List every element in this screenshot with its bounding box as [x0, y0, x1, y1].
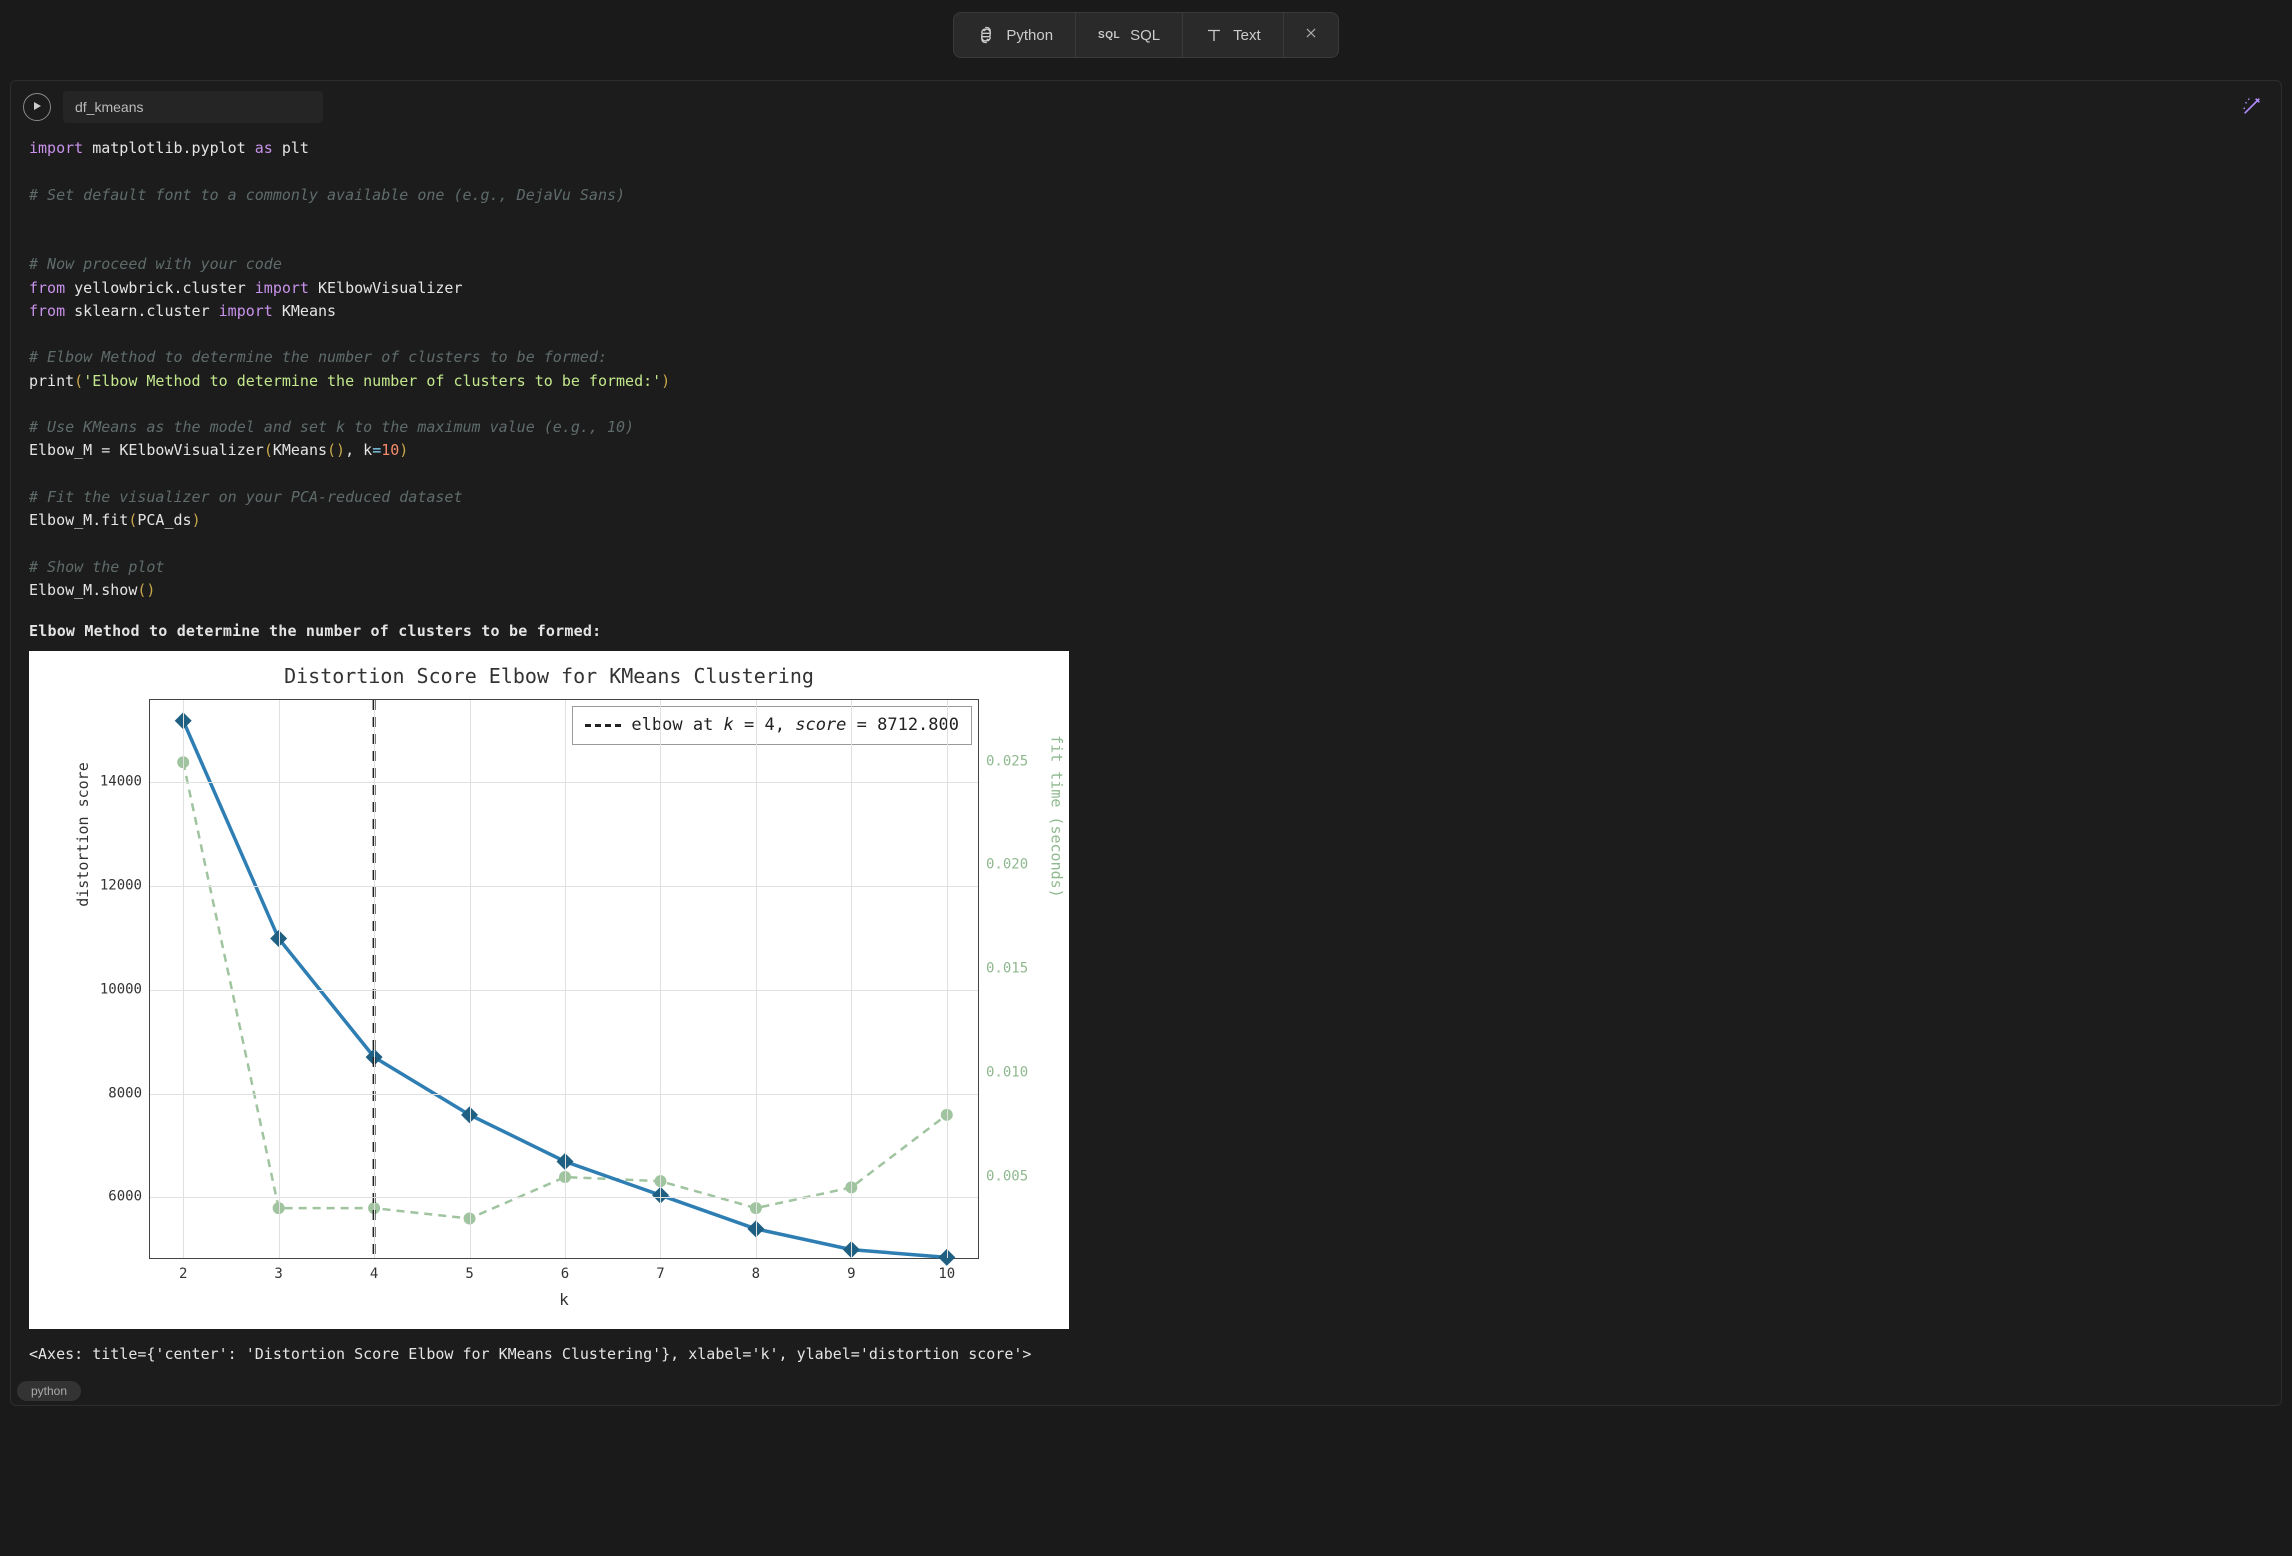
x-tick: 7 — [656, 1264, 664, 1285]
legend-dash-icon — [585, 724, 621, 727]
cell-header — [11, 81, 2281, 133]
stdout-line: Elbow Method to determine the number of … — [29, 620, 2263, 643]
number: 10 — [381, 441, 399, 459]
y-axis-label-left: distortion score — [72, 762, 95, 907]
python-icon — [976, 25, 996, 45]
y-tick-right: 0.015 — [986, 959, 1028, 980]
y-tick-left: 8000 — [108, 1083, 142, 1104]
x-axis-label: k — [559, 1288, 569, 1312]
keyword: import — [219, 302, 273, 320]
language-badge[interactable]: python — [17, 1381, 81, 1401]
add-python-button[interactable]: Python — [954, 13, 1076, 57]
keyword: import — [255, 279, 309, 297]
keyword: as — [255, 139, 273, 157]
repr-output: <Axes: title={'center': 'Distortion Scor… — [29, 1343, 2263, 1366]
identifier: PCA_ds — [137, 511, 191, 529]
method: Elbow_M.fit — [29, 511, 128, 529]
y-axis-label-right: fit time (seconds) — [1046, 735, 1069, 898]
x-tick: 6 — [561, 1264, 569, 1285]
comment: # Fit the visualizer on your PCA-reduced… — [29, 488, 462, 506]
add-python-label: Python — [1006, 27, 1053, 44]
method: Elbow_M.show — [29, 581, 137, 599]
identifier: KElbowVisualizer — [318, 279, 463, 297]
code-editor[interactable]: import matplotlib.pyplot as plt # Set de… — [11, 133, 2281, 620]
comment: # Set default font to a commonly availab… — [29, 186, 625, 204]
comment: # Use KMeans as the model and set k to t… — [29, 418, 634, 436]
comment: # Show the plot — [29, 558, 164, 576]
comment: # Elbow Method to determine the number o… — [29, 348, 607, 366]
add-sql-label: SQL — [1130, 27, 1160, 44]
x-tick: 3 — [274, 1264, 282, 1285]
sql-icon: SQL — [1098, 30, 1120, 41]
legend-text: elbow at k = 4, score = 8712.800 — [631, 713, 959, 739]
alias: plt — [282, 139, 309, 157]
comment: # Now proceed with your code — [29, 255, 282, 273]
add-text-label: Text — [1233, 27, 1261, 44]
kwarg: k — [363, 441, 372, 459]
module: sklearn.cluster — [74, 302, 209, 320]
identifier: KMeans — [273, 441, 327, 459]
y-tick-left: 10000 — [100, 979, 142, 1000]
cell-type-toolbar: Python SQL SQL Text — [0, 0, 2292, 70]
y-tick-right: 0.010 — [986, 1062, 1028, 1083]
module: matplotlib.pyplot — [92, 139, 246, 157]
keyword: from — [29, 279, 65, 297]
x-tick: 8 — [752, 1264, 760, 1285]
identifier: KMeans — [282, 302, 336, 320]
chart-legend: elbow at k = 4, score = 8712.800 — [572, 706, 972, 746]
cell-output: Elbow Method to determine the number of … — [11, 620, 2281, 1379]
x-tick: 10 — [938, 1264, 955, 1285]
magic-wand-icon — [2241, 104, 2263, 120]
toolbar-group: Python SQL SQL Text — [953, 12, 1338, 58]
x-tick: 5 — [465, 1264, 473, 1285]
x-tick: 2 — [179, 1264, 187, 1285]
x-tick: 9 — [847, 1264, 855, 1285]
add-text-button[interactable]: Text — [1183, 13, 1284, 57]
y-tick-right: 0.005 — [986, 1166, 1028, 1187]
y-tick-left: 12000 — [100, 876, 142, 897]
close-toolbar-button[interactable] — [1284, 13, 1338, 57]
y-tick-left: 14000 — [100, 772, 142, 793]
notebook-cell: import matplotlib.pyplot as plt # Set de… — [10, 80, 2282, 1406]
identifier: KElbowVisualizer — [119, 441, 264, 459]
y-tick-right: 0.025 — [986, 751, 1028, 772]
close-icon — [1304, 26, 1318, 44]
chart-title: Distortion Score Elbow for KMeans Cluste… — [29, 651, 1069, 691]
ai-assist-button[interactable] — [2241, 95, 2263, 120]
add-sql-button[interactable]: SQL SQL — [1076, 13, 1183, 57]
keyword: import — [29, 139, 83, 157]
cell-name-input[interactable] — [63, 91, 323, 123]
y-tick-right: 0.020 — [986, 855, 1028, 876]
text-icon — [1205, 26, 1223, 44]
string: 'Elbow Method to determine the number of… — [83, 372, 661, 390]
play-icon — [31, 99, 43, 115]
identifier: Elbow_M — [29, 441, 92, 459]
x-tick: 4 — [370, 1264, 378, 1285]
operator: = — [92, 441, 119, 459]
keyword: from — [29, 302, 65, 320]
output-chart: Distortion Score Elbow for KMeans Cluste… — [29, 651, 1069, 1329]
y-tick-left: 6000 — [108, 1187, 142, 1208]
function: print — [29, 372, 74, 390]
run-cell-button[interactable] — [23, 93, 51, 121]
chart-plot-area: elbow at k = 4, score = 8712.800 distort… — [149, 699, 979, 1259]
module: yellowbrick.cluster — [74, 279, 246, 297]
